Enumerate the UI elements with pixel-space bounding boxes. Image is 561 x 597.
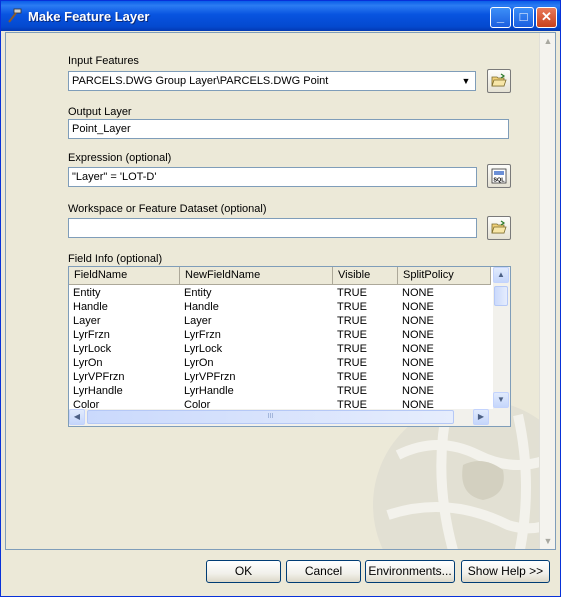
vertical-scroll-thumb[interactable] (494, 286, 508, 306)
table-cell[interactable]: LyrLock (180, 342, 222, 356)
grid-vertical-scrollbar[interactable]: ▲ ▼ (493, 267, 510, 409)
table-cell[interactable]: TRUE (333, 328, 367, 342)
show-help-button[interactable]: Show Help >> (461, 560, 550, 583)
ok-button[interactable]: OK (206, 560, 281, 583)
workspace-label: Workspace or Feature Dataset (optional) (68, 203, 267, 215)
table-cell[interactable]: NONE (398, 384, 434, 398)
table-cell[interactable]: NONE (398, 356, 434, 370)
output-layer-input[interactable]: Point_Layer (68, 119, 509, 139)
table-cell[interactable]: Layer (69, 314, 101, 328)
maximize-button[interactable]: □ (513, 7, 534, 28)
table-cell[interactable]: LyrHandle (180, 384, 234, 398)
table-cell[interactable]: LyrVPFrzn (69, 370, 125, 384)
table-row[interactable]: Entity Entity TRUE NONE (69, 286, 491, 300)
horizontal-scroll-thumb[interactable]: III (87, 410, 454, 424)
open-folder-icon (491, 73, 507, 87)
scroll-right-arrow-icon[interactable]: ▶ (473, 409, 489, 425)
dialog-vertical-scrollbar[interactable]: ▲ ▼ (539, 33, 555, 549)
table-cell[interactable]: LyrFrzn (180, 328, 221, 342)
table-cell[interactable]: NONE (398, 342, 434, 356)
expression-input[interactable]: "Layer" = 'LOT-D' (68, 167, 477, 187)
table-cell[interactable]: Handle (180, 300, 219, 314)
input-features-label: Input Features (68, 55, 139, 67)
expression-label: Expression (optional) (68, 152, 172, 164)
column-header-splitpolicy[interactable]: SplitPolicy (398, 267, 491, 285)
column-header-visible[interactable]: Visible (333, 267, 398, 285)
browse-input-button[interactable] (487, 69, 511, 93)
grid-horizontal-scrollbar[interactable]: ◀ III ▶ (69, 409, 510, 426)
table-row[interactable]: Handle Handle TRUE NONE (69, 300, 491, 314)
table-cell[interactable]: TRUE (333, 286, 367, 300)
workspace-input[interactable] (68, 218, 477, 238)
table-cell[interactable]: LyrFrzn (69, 328, 110, 342)
table-cell[interactable]: TRUE (333, 300, 367, 314)
scroll-left-arrow-icon[interactable]: ◀ (69, 409, 85, 425)
table-row[interactable]: LyrHandle LyrHandle TRUE NONE (69, 384, 491, 398)
table-row[interactable]: LyrVPFrzn LyrVPFrzn TRUE NONE (69, 370, 491, 384)
table-cell[interactable]: TRUE (333, 370, 367, 384)
scroll-down-arrow-icon[interactable]: ▼ (493, 392, 509, 408)
table-row[interactable]: LyrLock LyrLock TRUE NONE (69, 342, 491, 356)
table-row[interactable]: LyrOn LyrOn TRUE NONE (69, 356, 491, 370)
cancel-button[interactable]: Cancel (286, 560, 361, 583)
scroll-up-arrow-icon[interactable]: ▲ (493, 267, 509, 283)
table-cell[interactable]: NONE (398, 328, 434, 342)
input-features-value: PARCELS.DWG Group Layer\PARCELS.DWG Poin… (72, 75, 329, 87)
table-cell[interactable]: NONE (398, 286, 434, 300)
table-cell[interactable]: LyrHandle (69, 384, 123, 398)
table-cell[interactable]: TRUE (333, 342, 367, 356)
scroll-down-arrow-icon[interactable]: ▼ (540, 533, 555, 549)
dialog-body: Input Features PARCELS.DWG Group Layer\P… (5, 32, 556, 550)
table-row[interactable]: LyrFrzn LyrFrzn TRUE NONE (69, 328, 491, 342)
column-header-newfieldname[interactable]: NewFieldName (180, 267, 333, 285)
table-cell[interactable]: LyrLock (69, 342, 111, 356)
table-cell[interactable]: TRUE (333, 384, 367, 398)
make-feature-layer-dialog: Make Feature Layer _ □ ✕ Input Features … (0, 0, 561, 597)
table-cell[interactable]: Entity (69, 286, 101, 300)
table-cell[interactable]: NONE (398, 314, 434, 328)
table-cell[interactable]: LyrVPFrzn (180, 370, 236, 384)
dropdown-arrow-icon[interactable]: ▼ (458, 73, 474, 89)
field-info-grid[interactable]: FieldName NewFieldName Visible SplitPoli… (68, 266, 511, 427)
minimize-button[interactable]: _ (490, 7, 511, 28)
table-cell[interactable]: NONE (398, 300, 434, 314)
table-cell[interactable]: NONE (398, 370, 434, 384)
table-cell[interactable]: Handle (69, 300, 108, 314)
table-cell[interactable]: TRUE (333, 356, 367, 370)
browse-workspace-button[interactable] (487, 216, 511, 240)
title-bar[interactable]: Make Feature Layer _ □ ✕ (1, 1, 560, 31)
table-cell[interactable]: TRUE (333, 314, 367, 328)
sql-button-text: SQL (493, 178, 505, 184)
open-folder-icon (491, 220, 507, 234)
input-features-combo[interactable]: PARCELS.DWG Group Layer\PARCELS.DWG Poin… (68, 71, 476, 91)
sql-query-button[interactable]: SQL (487, 164, 511, 188)
environments-button[interactable]: Environments... (365, 560, 455, 583)
output-layer-label: Output Layer (68, 106, 132, 118)
sql-icon: SQL (491, 168, 507, 184)
table-row[interactable]: Layer Layer TRUE NONE (69, 314, 491, 328)
table-cell[interactable]: LyrOn (180, 356, 214, 370)
close-button[interactable]: ✕ (536, 7, 557, 28)
window-title: Make Feature Layer (28, 9, 150, 24)
grid-header: FieldName NewFieldName Visible SplitPoli… (69, 267, 491, 285)
table-cell[interactable]: Layer (180, 314, 212, 328)
table-cell[interactable]: LyrOn (69, 356, 103, 370)
table-cell[interactable]: Entity (180, 286, 212, 300)
hammer-icon (8, 8, 22, 23)
field-info-label: Field Info (optional) (68, 253, 163, 265)
column-header-fieldname[interactable]: FieldName (69, 267, 180, 285)
scroll-up-arrow-icon[interactable]: ▲ (540, 33, 555, 49)
